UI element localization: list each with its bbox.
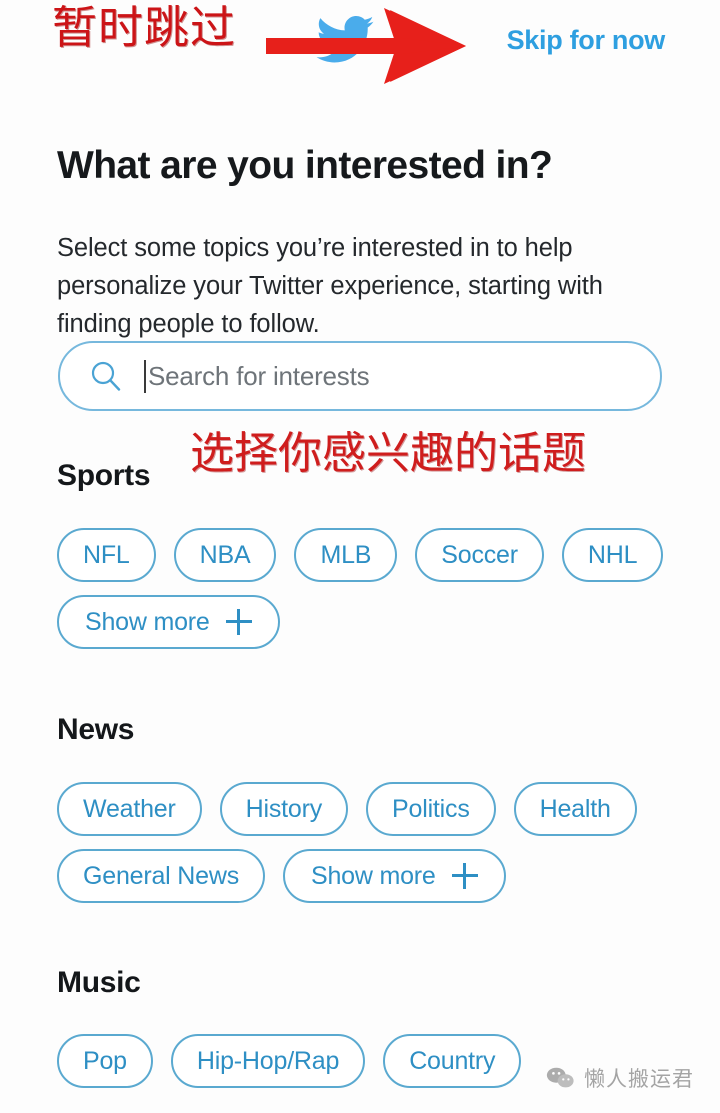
interest-chip-soccer[interactable]: Soccer	[415, 528, 544, 582]
section-title-news: News	[57, 713, 134, 747]
show-more-label: Show more	[85, 608, 210, 637]
page-title: What are you interested in?	[57, 144, 552, 188]
section-title-sports: Sports	[57, 459, 150, 493]
plus-icon	[452, 863, 478, 889]
watermark: 懒人搬运君	[545, 1063, 694, 1093]
interest-chip-politics[interactable]: Politics	[366, 782, 496, 836]
show-more-button-news[interactable]: Show more	[283, 849, 506, 903]
red-annotation-arrow	[266, 8, 466, 84]
show-more-label: Show more	[311, 862, 436, 891]
show-more-button-sports[interactable]: Show more	[57, 595, 280, 649]
search-interests-field[interactable]: Search for interests	[58, 341, 662, 411]
top-bar: 暂时跳过 Skip for now	[0, 0, 720, 92]
page-description: Select some topics you’re interested in …	[57, 229, 671, 343]
interest-chip-country[interactable]: Country	[383, 1034, 521, 1088]
section-title-music: Music	[57, 966, 141, 1000]
annotation-skip-chinese: 暂时跳过	[52, 6, 236, 51]
skip-for-now-link[interactable]: Skip for now	[507, 25, 665, 56]
section-chips-sports: NFL NBA MLB Soccer NHL Show more	[57, 528, 677, 662]
interest-chip-health[interactable]: Health	[514, 782, 637, 836]
text-caret	[144, 360, 146, 393]
interest-chip-hiphop-rap[interactable]: Hip-Hop/Rap	[171, 1034, 365, 1088]
interest-chip-mlb[interactable]: MLB	[294, 528, 397, 582]
section-chips-news: Weather History Politics Health General …	[57, 782, 677, 916]
annotation-topics-chinese: 选择你感兴趣的话题	[190, 432, 586, 476]
interest-chip-general-news[interactable]: General News	[57, 849, 265, 903]
search-placeholder-text: Search for interests	[148, 361, 369, 392]
onboarding-screen: 暂时跳过 Skip for now What are you intereste…	[0, 0, 720, 1113]
watermark-text: 懒人搬运君	[584, 1063, 694, 1093]
interest-chip-pop[interactable]: Pop	[57, 1034, 153, 1088]
search-icon	[90, 360, 122, 392]
chip-row: NFL NBA MLB Soccer NHL	[57, 528, 677, 582]
interest-chip-history[interactable]: History	[220, 782, 348, 836]
interest-chip-weather[interactable]: Weather	[57, 782, 202, 836]
chip-row: Weather History Politics Health	[57, 782, 677, 836]
interest-chip-nba[interactable]: NBA	[174, 528, 277, 582]
interest-chip-nfl[interactable]: NFL	[57, 528, 156, 582]
chip-row: General News Show more	[57, 849, 677, 903]
wechat-icon	[545, 1065, 575, 1091]
chip-row: Show more	[57, 595, 677, 649]
interest-chip-nhl[interactable]: NHL	[562, 528, 663, 582]
plus-icon	[226, 609, 252, 635]
